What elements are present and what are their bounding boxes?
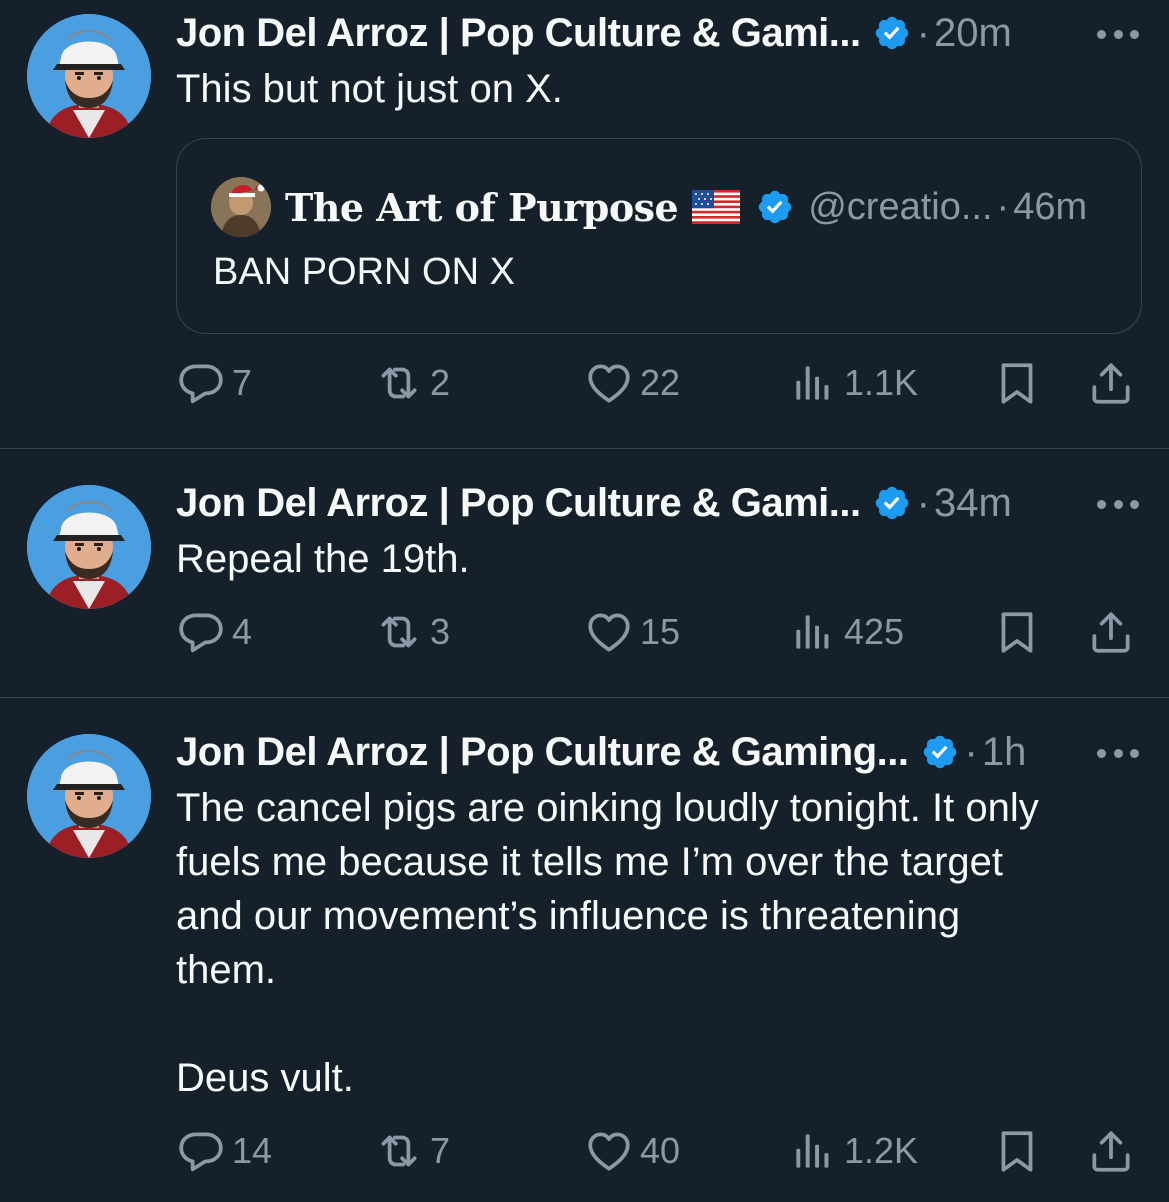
more-options-icon[interactable]: [1097, 28, 1139, 40]
verified-badge-icon[interactable]: [756, 188, 794, 226]
tweet-2[interactable]: Jon Del Arroz | Pop Culture & Gami... · …: [0, 449, 1169, 697]
views-chart-icon: [788, 607, 838, 657]
views-button[interactable]: 425: [788, 607, 904, 657]
share-button[interactable]: [1086, 1126, 1136, 1176]
views-button[interactable]: 1.2K: [788, 1126, 918, 1176]
separator-dot: ·: [996, 185, 1010, 228]
verified-badge-icon[interactable]: [873, 14, 911, 52]
share-button[interactable]: [1086, 358, 1136, 408]
verified-badge-icon[interactable]: [921, 733, 959, 771]
views-count: 425: [844, 611, 905, 652]
retweet-count: 3: [430, 611, 451, 652]
retweet-count: 2: [430, 362, 451, 403]
reply-icon: [176, 607, 226, 657]
reply-count: 7: [232, 362, 253, 403]
quoted-tweet-text: BAN PORN ON X: [213, 251, 515, 293]
bookmark-icon: [992, 607, 1042, 657]
tweet-actions: 4 3 15 425: [176, 607, 1138, 657]
views-button[interactable]: 1.1K: [788, 358, 918, 408]
like-button[interactable]: 40: [584, 1126, 680, 1176]
tweet-1[interactable]: Jon Del Arroz | Pop Culture & Gami... · …: [0, 0, 1169, 448]
reply-icon: [176, 1126, 226, 1176]
tweet-actions: 14 7 40 1.2K: [176, 1126, 1138, 1176]
like-button[interactable]: 22: [584, 358, 680, 408]
share-icon: [1086, 607, 1136, 657]
reply-button[interactable]: 7: [176, 358, 252, 408]
reply-button[interactable]: 4: [176, 607, 252, 657]
more-options-icon[interactable]: [1097, 747, 1139, 759]
retweet-count: 7: [430, 1130, 451, 1171]
views-count: 1.1K: [844, 362, 919, 403]
share-button[interactable]: [1086, 607, 1136, 657]
quoted-author-avatar[interactable]: [211, 177, 271, 237]
tweet-text: The cancel pigs are oinking loudly tonig…: [176, 786, 1039, 1100]
retweet-icon: [374, 1126, 424, 1176]
bookmark-button[interactable]: [992, 1126, 1042, 1176]
separator-dot: ·: [916, 480, 930, 525]
views-chart-icon: [788, 358, 838, 408]
retweet-icon: [374, 358, 424, 408]
tweet-3[interactable]: Jon Del Arroz | Pop Culture & Gaming... …: [0, 698, 1169, 1202]
separator-dot: ·: [916, 10, 930, 55]
reply-count: 14: [232, 1130, 273, 1171]
heart-icon: [584, 358, 634, 408]
more-options-icon[interactable]: [1097, 498, 1139, 510]
author-name[interactable]: Jon Del Arroz | Pop Culture & Gami...: [176, 11, 861, 56]
verified-badge-icon[interactable]: [873, 484, 911, 522]
views-chart-icon: [788, 1126, 838, 1176]
separator-dot: ·: [964, 729, 978, 774]
author-name[interactable]: Jon Del Arroz | Pop Culture & Gaming...: [176, 730, 909, 775]
heart-icon: [584, 1126, 634, 1176]
tweet-header: Jon Del Arroz | Pop Culture & Gami... · …: [176, 478, 1012, 528]
views-count: 1.2K: [844, 1130, 919, 1171]
tweet-header: Jon Del Arroz | Pop Culture & Gami... · …: [176, 8, 1012, 58]
like-button[interactable]: 15: [584, 607, 680, 657]
tweet-header: Jon Del Arroz | Pop Culture & Gaming... …: [176, 727, 1026, 777]
like-count: 40: [640, 1130, 681, 1171]
reply-count: 4: [232, 611, 253, 652]
quoted-tweet[interactable]: The Art of Purpose @creatio... · 46m BAN…: [176, 138, 1142, 334]
heart-icon: [584, 607, 634, 657]
quoted-author-handle[interactable]: @creatio...: [808, 186, 992, 229]
share-icon: [1086, 358, 1136, 408]
share-icon: [1086, 1126, 1136, 1176]
reply-button[interactable]: 14: [176, 1126, 272, 1176]
author-name[interactable]: Jon Del Arroz | Pop Culture & Gami...: [176, 481, 861, 526]
tweet-timestamp[interactable]: 34m: [934, 481, 1012, 526]
reply-icon: [176, 358, 226, 408]
retweet-button[interactable]: 7: [374, 1126, 450, 1176]
quoted-tweet-timestamp[interactable]: 46m: [1013, 186, 1087, 229]
author-avatar[interactable]: [27, 14, 151, 138]
quoted-tweet-header: The Art of Purpose @creatio... · 46m: [285, 181, 1087, 233]
tweet-actions: 7 2 22 1.1K: [176, 358, 1138, 408]
tweet-timestamp[interactable]: 20m: [934, 11, 1012, 56]
retweet-icon: [374, 607, 424, 657]
bookmark-button[interactable]: [992, 607, 1042, 657]
bookmark-button[interactable]: [992, 358, 1042, 408]
us-flag-icon: [692, 190, 740, 224]
like-count: 15: [640, 611, 681, 652]
like-count: 22: [640, 362, 681, 403]
author-avatar[interactable]: [27, 734, 151, 858]
bookmark-icon: [992, 358, 1042, 408]
retweet-button[interactable]: 3: [374, 607, 450, 657]
tweet-timestamp[interactable]: 1h: [982, 730, 1027, 775]
retweet-button[interactable]: 2: [374, 358, 450, 408]
bookmark-icon: [992, 1126, 1042, 1176]
tweet-text: This but not just on X.: [176, 67, 563, 111]
author-avatar[interactable]: [27, 485, 151, 609]
tweet-text: Repeal the 19th.: [176, 537, 470, 581]
quoted-author-name[interactable]: The Art of Purpose: [285, 185, 679, 230]
